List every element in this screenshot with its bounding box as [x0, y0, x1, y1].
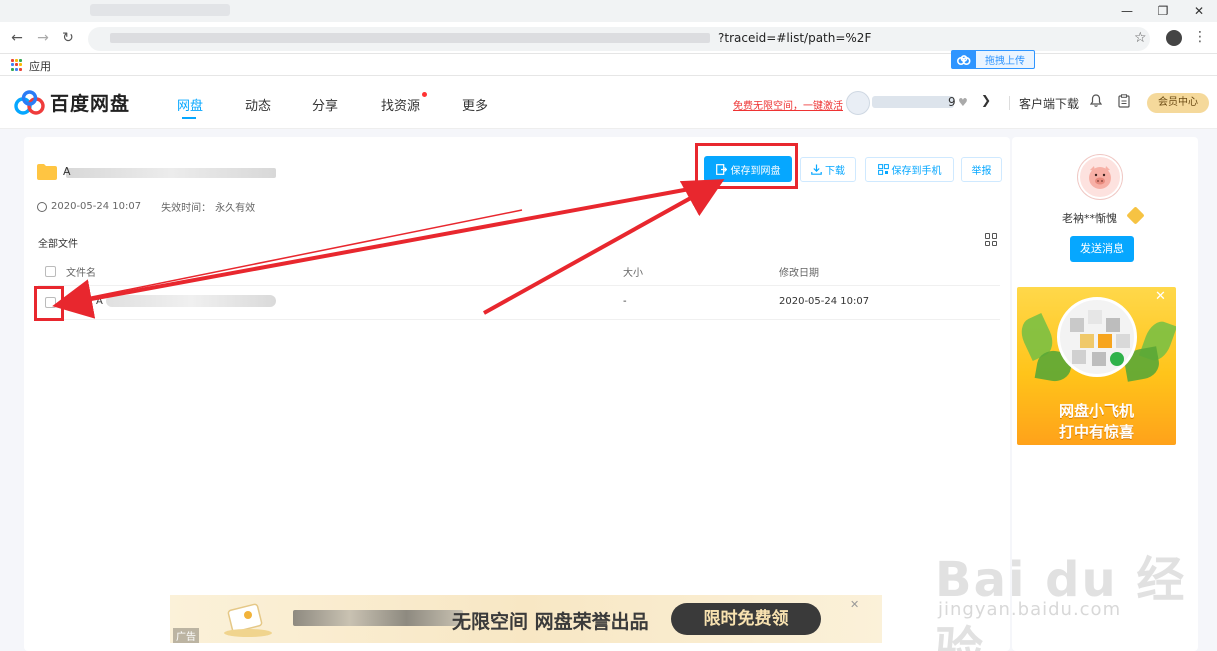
maximize-icon[interactable]: ❐ — [1146, 0, 1180, 22]
ad-headline: 网盘小飞机 — [1058, 402, 1134, 420]
select-all-checkbox[interactable] — [45, 266, 56, 277]
row-filename-initial[interactable]: A — [96, 296, 103, 307]
banner-headline: 无限空间 网盘荣誉出品 — [452, 611, 649, 633]
cloud-icon — [952, 51, 976, 68]
nav-share[interactable]: 分享 — [312, 95, 338, 114]
checkbox-highlight — [34, 286, 64, 321]
nav-active-underline — [182, 117, 196, 119]
share-title-blurred — [66, 168, 276, 178]
column-modified[interactable]: 修改日期 — [779, 264, 819, 279]
sharer-username: 老衲**惭愧 — [1062, 212, 1117, 225]
clock-icon — [37, 201, 47, 212]
menu-kebab-icon[interactable]: ⋮ — [1193, 29, 1207, 45]
download-label: 下载 — [825, 166, 845, 177]
drag-upload-label: 拖拽上传 — [985, 56, 1025, 67]
apps-bookmark[interactable]: 应用 — [29, 58, 51, 74]
baidu-jingyan-watermark: Bai du 经验 — [935, 552, 1187, 651]
banner-cta-button[interactable]: 限时免费领 — [671, 603, 821, 635]
nav-netdisk[interactable]: 网盘 — [177, 95, 203, 114]
username-blurred[interactable] — [872, 96, 954, 108]
profile-icon[interactable] — [1166, 30, 1182, 46]
apps-grid-icon[interactable] — [11, 59, 23, 71]
browser-titlebar: — ❐ ✕ — [0, 0, 1217, 22]
banner-blurred-text — [293, 610, 463, 626]
chevron-down-icon[interactable]: ❯ — [981, 93, 991, 107]
avatar-pig-icon — [1089, 166, 1111, 189]
bell-icon[interactable] — [1089, 94, 1103, 111]
client-download-link[interactable]: 客户端下载 — [1019, 95, 1079, 112]
vip-shield-icon: ♥ — [958, 96, 968, 109]
netdisk-logo-icon — [14, 89, 45, 115]
ad-subline: 打中有惊喜 — [1058, 423, 1134, 441]
app-header: 百度网盘 网盘 动态 分享 找资源 更多 免费无限空间，一键激活 ♥ 9 ❯ 客… — [0, 77, 1217, 129]
breadcrumb[interactable]: 全部文件 — [38, 235, 78, 250]
share-created-time: 2020-05-24 10:07 — [51, 201, 142, 212]
row-size: - — [623, 296, 627, 307]
row-filename-blurred[interactable] — [106, 295, 276, 307]
address-toolbar: ← → ↻ ?traceid=#list/path=%2F ☆ ⋮ — [0, 22, 1217, 54]
banner-close-icon[interactable]: ✕ — [850, 598, 859, 611]
ad-tag: 广告 — [173, 628, 199, 643]
download-button[interactable]: 下载 — [800, 157, 856, 182]
nav-activity[interactable]: 动态 — [245, 95, 271, 114]
forward-icon[interactable]: → — [34, 29, 52, 47]
send-message-button[interactable]: 发送消息 — [1070, 236, 1134, 262]
expire-label: 失效时间： — [161, 203, 212, 214]
address-blurred-text — [110, 33, 710, 43]
nav-find-resources[interactable]: 找资源 — [381, 95, 420, 114]
minimize-icon[interactable]: — — [1110, 0, 1144, 22]
ad-qr-code — [1057, 297, 1137, 377]
close-window-icon[interactable]: ✕ — [1182, 0, 1216, 22]
share-title-initial: A — [63, 165, 71, 178]
column-size[interactable]: 大小 — [623, 264, 643, 279]
notification-dot — [422, 92, 427, 97]
watermark-url: jingyan.baidu.com — [938, 599, 1122, 620]
save-to-phone-label: 保存到手机 — [891, 166, 942, 177]
grid-view-icon[interactable] — [985, 233, 998, 246]
ad-close-icon[interactable]: ✕ — [1155, 289, 1166, 304]
address-text: ?traceid=#list/path=%2F — [718, 31, 872, 45]
share-main-panel — [24, 137, 1010, 651]
table-divider — [38, 285, 1000, 286]
row-folder-icon — [72, 296, 88, 308]
nav-more[interactable]: 更多 — [462, 95, 488, 114]
username-suffix: 9 — [948, 95, 956, 109]
sharer-avatar — [1078, 155, 1122, 199]
banner-phone-illustration — [224, 603, 272, 637]
free-space-promo-link[interactable]: 免费无限空间，一键激活 — [733, 97, 843, 112]
reload-icon[interactable]: ↻ — [59, 29, 77, 47]
expire-value: 永久有效 — [215, 203, 256, 214]
row-modified: 2020-05-24 10:07 — [779, 296, 870, 307]
clipboard-icon[interactable] — [1118, 94, 1130, 112]
sidebar-ad[interactable]: ✕ 网盘小飞机 打中有惊喜 — [1017, 287, 1176, 445]
member-center-button[interactable]: 会员中心 — [1147, 93, 1209, 113]
save-button-highlight — [695, 143, 798, 189]
browser-tab[interactable] — [90, 4, 230, 16]
table-divider — [38, 319, 1000, 320]
baidu-netdisk-logo[interactable]: 百度网盘 — [14, 89, 130, 116]
folder-icon — [37, 164, 57, 180]
drag-upload-widget[interactable]: 拖拽上传 — [951, 50, 1035, 69]
logo-text: 百度网盘 — [50, 93, 131, 115]
qr-icon — [877, 164, 889, 175]
header-divider — [1009, 96, 1010, 110]
report-button[interactable]: 举报 — [961, 157, 1002, 182]
download-icon — [811, 164, 822, 175]
bookmark-star-icon[interactable]: ☆ — [1134, 30, 1147, 46]
share-meta: 2020-05-24 10:07 失效时间： 永久有效 — [37, 199, 255, 214]
column-filename[interactable]: 文件名 — [66, 264, 96, 279]
back-icon[interactable]: ← — [8, 29, 26, 47]
save-to-phone-button[interactable]: 保存到手机 — [865, 157, 954, 182]
report-label: 举报 — [971, 166, 992, 177]
user-avatar[interactable] — [846, 91, 870, 115]
